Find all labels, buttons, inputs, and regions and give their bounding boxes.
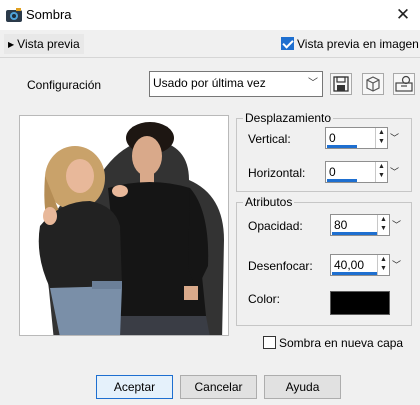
checkbox-checked-icon [281, 37, 294, 50]
blur-spinbox[interactable]: 40,00 ▲ ▼ ﹀ [330, 254, 401, 276]
vertical-value: 0 [329, 131, 336, 145]
expand-arrow-icon: ▶ [8, 40, 15, 49]
delete-preset-button[interactable] [362, 73, 384, 95]
divider [0, 57, 420, 58]
opacity-spinbox[interactable]: 80 ▲ ▼ ﹀ [330, 214, 401, 236]
blur-slider-fill [332, 272, 377, 275]
spin-arrows-icon[interactable]: ▲ ▼ [377, 215, 389, 235]
vertical-spinbox[interactable]: 0 ▲ ▼ ﹀ [325, 127, 399, 149]
spin-arrows-icon[interactable]: ▲ ▼ [375, 162, 387, 182]
attributes-group-title: Atributos [243, 195, 295, 209]
chevron-down-icon[interactable]: ﹀ [390, 255, 403, 275]
preset-manager-icon [395, 75, 413, 92]
manage-presets-button[interactable] [393, 73, 415, 95]
preview-on-image-checkbox[interactable]: Vista previa en imagen [281, 37, 419, 51]
opacity-value: 80 [334, 218, 348, 232]
cancel-button[interactable]: Cancelar [180, 375, 257, 399]
blur-label: Desenfocar: [248, 259, 313, 273]
shadow-new-layer-checkbox[interactable]: Sombra en nueva capa [263, 336, 403, 350]
chevron-down-icon[interactable]: ﹀ [390, 215, 403, 235]
chevron-down-icon: ﹀ [308, 78, 318, 89]
close-icon[interactable]: ✕ [390, 4, 416, 26]
config-selected-value: Usado por última vez [153, 76, 266, 90]
config-label: Configuración [27, 78, 102, 92]
cube-icon [366, 76, 380, 92]
horizontal-label: Horizontal: [248, 166, 306, 180]
chevron-down-icon[interactable]: ﹀ [388, 128, 401, 148]
preview-image [19, 115, 229, 336]
opacity-label: Opacidad: [248, 219, 303, 233]
shadow-new-layer-label: Sombra en nueva capa [279, 336, 404, 350]
spin-arrows-icon[interactable]: ▲ ▼ [377, 255, 389, 275]
shadow-color-swatch[interactable] [330, 291, 390, 315]
preview-toggle-button[interactable]: ▶ Vista previa [4, 34, 84, 54]
color-label: Color: [248, 292, 281, 306]
app-icon [6, 8, 22, 22]
save-preset-button[interactable] [330, 73, 352, 95]
horizontal-spinbox[interactable]: 0 ▲ ▼ ﹀ [325, 161, 399, 183]
preview-on-image-label: Vista previa en imagen [297, 37, 419, 51]
checkbox-unchecked-icon [263, 336, 276, 349]
offset-group-title: Desplazamiento [243, 111, 334, 125]
opacity-slider-fill [332, 232, 377, 235]
save-icon [333, 76, 349, 92]
help-button[interactable]: Ayuda [264, 375, 341, 399]
couple-photo-preview [38, 122, 224, 335]
horizontal-slider-fill [327, 179, 357, 182]
window-title: Sombra [26, 7, 72, 22]
horizontal-value: 0 [329, 165, 336, 179]
vertical-slider-fill [327, 145, 357, 148]
blur-value: 40,00 [334, 258, 365, 272]
spin-arrows-icon[interactable]: ▲ ▼ [375, 128, 387, 148]
vertical-label: Vertical: [248, 132, 291, 146]
ok-button[interactable]: Aceptar [96, 375, 173, 399]
chevron-down-icon[interactable]: ﹀ [388, 162, 401, 182]
config-select[interactable]: Usado por última vez ﹀ [149, 71, 323, 97]
preview-toggle-label: Vista previa [17, 37, 80, 51]
